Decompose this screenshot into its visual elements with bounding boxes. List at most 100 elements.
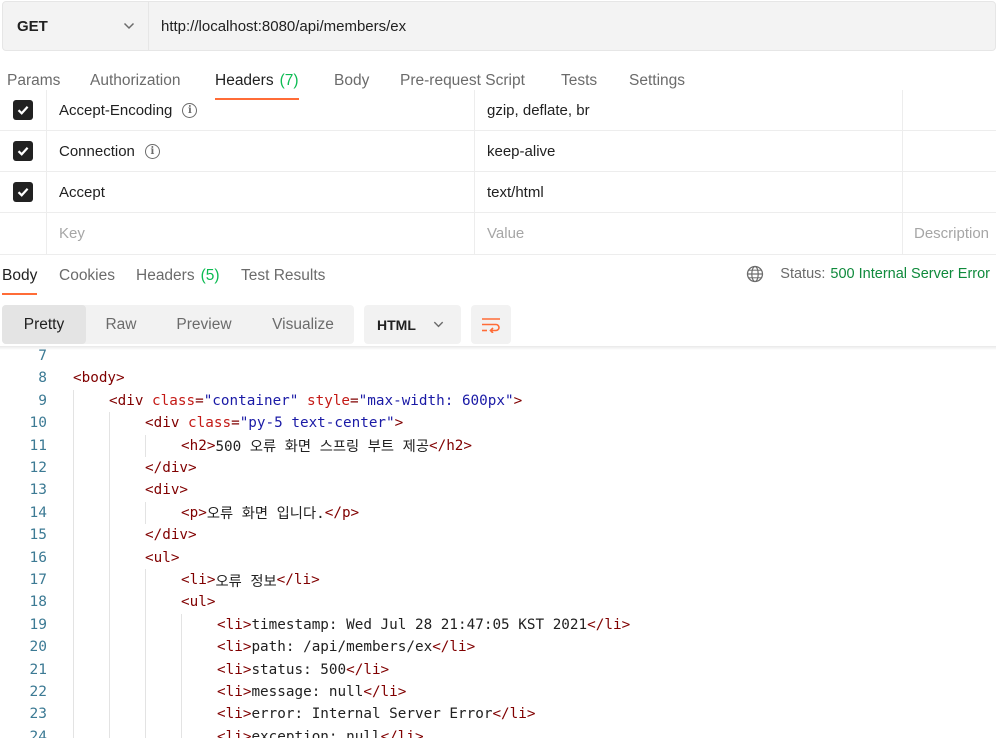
- view-mode-segmented: Pretty Raw Preview Visualize: [2, 305, 354, 344]
- new-value-input[interactable]: Value: [475, 213, 903, 254]
- code-line: 9 <div class = "container" style = "max-width…: [0, 389, 996, 413]
- code-token: 오류 화면 입니다.: [206, 506, 325, 523]
- line-source: <li> message: null </li>: [217, 681, 406, 703]
- code-line: 13 <div>: [0, 479, 996, 502]
- view-pretty-button[interactable]: Pretty: [2, 305, 86, 344]
- chevron-down-icon: [122, 19, 136, 33]
- line-number: 15: [29, 527, 47, 544]
- url-input[interactable]: http://localhost:8080/api/members/ex: [149, 2, 995, 50]
- indent-guide: [109, 501, 110, 525]
- indent-guide: [109, 703, 110, 726]
- tab-label: Params: [7, 72, 61, 89]
- indent-guide: [145, 725, 146, 738]
- code-token: <li>: [217, 684, 252, 700]
- tab-test-results[interactable]: Test Results: [241, 257, 325, 295]
- line-number: 19: [29, 616, 47, 633]
- code-line: 17 <li> 오류 정보 </li>: [0, 569, 996, 592]
- code-token: =: [231, 415, 240, 432]
- line-number: 18: [29, 594, 47, 611]
- method-select[interactable]: GET: [3, 2, 149, 50]
- headers-table: Accept-Encoding i gzip, deflate, br Conne…: [0, 90, 996, 255]
- header-value-cell[interactable]: text/html: [475, 172, 903, 212]
- header-description-cell[interactable]: [903, 172, 996, 212]
- indent-guide: [109, 479, 110, 502]
- indent-guide: [73, 457, 74, 480]
- format-select[interactable]: HTML: [364, 305, 461, 344]
- header-key-cell[interactable]: Connection i: [47, 131, 475, 171]
- indent-guide: [73, 703, 74, 726]
- code-token: exception: null: [251, 728, 381, 738]
- status-value[interactable]: 500 Internal Server Error: [830, 266, 990, 282]
- line-number: 17: [29, 572, 47, 588]
- tab-cookies[interactable]: Cookies: [59, 257, 115, 295]
- code-token: class: [152, 392, 196, 409]
- code-viewer[interactable]: 7 8 <body> 9 <div class = "container" style = "m…: [0, 348, 996, 738]
- tab-response-body[interactable]: Body: [2, 257, 38, 295]
- header-value-cell[interactable]: keep-alive: [475, 131, 903, 171]
- indent-guide: [181, 703, 182, 726]
- indent-guide: [181, 681, 182, 704]
- new-key-input[interactable]: Key: [47, 213, 475, 254]
- code-token: <h2>: [181, 437, 216, 454]
- line-source: </div>: [145, 524, 197, 546]
- code-token: </li>: [587, 616, 631, 633]
- code-token: <ul>: [181, 594, 216, 611]
- header-value-cell[interactable]: gzip, deflate, br: [475, 90, 903, 130]
- globe-icon[interactable]: [746, 265, 764, 283]
- code-token: </p>: [324, 504, 360, 521]
- indent-guide: [73, 569, 74, 592]
- code-token: </div>: [145, 460, 197, 476]
- view-raw-button[interactable]: Raw: [86, 305, 156, 344]
- indent-guide: [73, 681, 74, 704]
- line-number: 12: [29, 460, 47, 476]
- status-label: Status:: [780, 266, 826, 282]
- line-source: <li> 오류 정보 </li>: [181, 569, 320, 591]
- code-line: 24 <li> exception: null </li>: [0, 725, 996, 738]
- check-icon: [17, 147, 29, 156]
- header-checkbox[interactable]: [13, 182, 33, 202]
- code-token: <div: [109, 392, 153, 409]
- tab-label: Settings: [629, 72, 686, 89]
- header-key-cell[interactable]: Accept-Encoding i: [47, 90, 475, 130]
- info-icon[interactable]: i: [144, 143, 160, 159]
- code-token: =: [195, 392, 204, 409]
- code-line: 7: [0, 348, 996, 367]
- code-token: error: Internal Server Error: [251, 706, 493, 723]
- header-description-cell[interactable]: [903, 131, 996, 171]
- header-checkbox[interactable]: [13, 100, 33, 120]
- line-number: 20: [29, 639, 47, 656]
- tab-response-headers[interactable]: Headers (5): [136, 257, 220, 295]
- code-token: <li>: [217, 616, 252, 633]
- header-key-cell[interactable]: Accept: [47, 172, 475, 212]
- code-token: </div>: [145, 527, 197, 544]
- indent-guide: [73, 591, 74, 614]
- indent-guide: [109, 681, 110, 704]
- code-line: 20 <li> path: /api/members/ex </li>: [0, 636, 996, 659]
- header-description-cell[interactable]: [903, 90, 996, 130]
- indent-guide: [73, 613, 74, 637]
- code-token: <li>: [181, 572, 216, 588]
- indent-guide: [145, 681, 146, 704]
- code-line: 23 <li> error: Internal Server Error </li>: [0, 703, 996, 726]
- code-token: <div: [145, 415, 189, 432]
- view-visualize-button[interactable]: Visualize: [252, 305, 354, 344]
- line-number: 9: [38, 392, 47, 409]
- line-number: 13: [29, 482, 47, 499]
- indent-guide: [181, 636, 182, 659]
- line-number: 16: [29, 549, 47, 566]
- indent-guide: [109, 569, 110, 592]
- indent-guide: [145, 501, 146, 525]
- info-icon[interactable]: i: [182, 102, 198, 118]
- request-url-bar: GET http://localhost:8080/api/members/ex: [2, 1, 996, 51]
- new-description-input[interactable]: Description: [903, 213, 996, 254]
- indent-guide: [145, 434, 146, 457]
- line-number: 21: [29, 661, 47, 678]
- check-icon: [17, 188, 29, 197]
- view-preview-button[interactable]: Preview: [156, 305, 252, 344]
- code-token: <p>: [181, 504, 207, 521]
- wrap-lines-button[interactable]: [471, 305, 511, 344]
- code-token: </li>: [363, 684, 407, 700]
- line-source: <h2> 500 오류 화면 스프링 부트 제공 </h2>: [181, 435, 472, 457]
- header-checkbox[interactable]: [13, 141, 33, 161]
- indent-guide: [181, 658, 182, 681]
